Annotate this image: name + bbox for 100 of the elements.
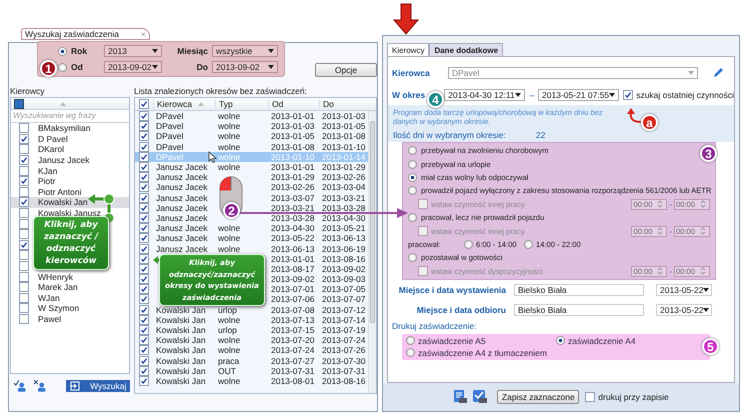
radio-button[interactable] xyxy=(464,240,473,249)
list-item[interactable]: Marek Jan xyxy=(11,282,129,292)
check-print-icon[interactable] xyxy=(473,390,488,404)
checkbox[interactable] xyxy=(139,202,149,213)
checkbox[interactable] xyxy=(139,142,149,152)
list-item[interactable]: Piotr xyxy=(11,176,129,187)
checkbox[interactable] xyxy=(139,294,149,304)
radio-option[interactable]: Od xyxy=(58,62,100,72)
checkbox[interactable] xyxy=(139,99,149,109)
list-item[interactable]: Piotr Antoni xyxy=(11,186,129,198)
checkbox[interactable] xyxy=(139,162,149,172)
select-all-checkbox[interactable] xyxy=(14,98,24,108)
close-button[interactable]: × xyxy=(140,30,146,38)
save-button[interactable]: Zapisz zaznaczone xyxy=(497,390,580,404)
checkbox[interactable] xyxy=(19,218,29,229)
options-button[interactable]: Opcje xyxy=(315,63,377,77)
list-item[interactable]: Pawel xyxy=(11,314,129,324)
date-dropdown[interactable]: 2013-05-21 07:55 xyxy=(538,88,620,100)
checkbox[interactable] xyxy=(19,229,29,240)
print-document-icon[interactable] xyxy=(453,390,468,404)
list-item[interactable]: BMaksymilian xyxy=(11,123,129,134)
dropdown[interactable]: 2013-09-02 xyxy=(212,61,278,73)
checkbox[interactable] xyxy=(19,144,29,154)
radio-option[interactable]: Rok xyxy=(58,46,100,56)
list-item[interactable]: WJan xyxy=(11,292,129,304)
checkbox[interactable] xyxy=(19,208,29,218)
dropdown[interactable]: wszystkie xyxy=(212,45,278,57)
checkbox[interactable] xyxy=(418,199,428,210)
checkbox[interactable] xyxy=(139,366,149,376)
checkbox[interactable] xyxy=(139,152,149,162)
checkbox[interactable] xyxy=(19,166,29,176)
radio-button[interactable] xyxy=(408,213,417,222)
checkbox[interactable] xyxy=(19,250,29,260)
checkbox[interactable] xyxy=(418,226,428,236)
checkbox[interactable] xyxy=(139,356,149,366)
checkbox[interactable] xyxy=(139,244,149,254)
list-item[interactable]: WHenryk xyxy=(11,271,129,282)
list-item[interactable]: D Pavel xyxy=(11,134,129,144)
tab[interactable]: Kierowcy xyxy=(387,43,430,56)
radio-button[interactable] xyxy=(408,172,417,182)
checkbox[interactable] xyxy=(19,176,29,186)
checkbox[interactable] xyxy=(139,212,149,223)
checkbox[interactable] xyxy=(623,90,634,100)
list-item[interactable]: W Szymon xyxy=(11,303,129,314)
checkbox[interactable] xyxy=(139,264,149,274)
checkbox[interactable] xyxy=(139,376,149,386)
checkbox[interactable] xyxy=(139,121,149,132)
checkbox[interactable] xyxy=(19,314,29,324)
checkbox[interactable] xyxy=(139,223,149,234)
radio-button[interactable] xyxy=(58,46,67,56)
checkbox[interactable] xyxy=(139,274,149,284)
checkbox[interactable] xyxy=(139,131,149,142)
list-item[interactable]: DKarol xyxy=(11,144,129,155)
column-header[interactable]: Kierowca xyxy=(153,99,215,109)
checkbox[interactable] xyxy=(139,345,149,356)
checkbox[interactable] xyxy=(19,303,29,314)
checkbox[interactable] xyxy=(139,192,149,203)
radio-option[interactable]: zaświadczenie A4 z tłumaczeniem xyxy=(406,348,556,358)
checkbox[interactable] xyxy=(139,335,149,346)
tab[interactable]: Dane dodatkowe xyxy=(429,43,504,56)
checkbox[interactable] xyxy=(139,111,149,122)
radio-button[interactable] xyxy=(408,253,417,262)
date-dropdown[interactable]: 2013-05-22 xyxy=(656,304,712,316)
checkbox[interactable] xyxy=(139,284,149,294)
radio-button[interactable] xyxy=(408,146,417,156)
checkbox[interactable] xyxy=(585,392,596,402)
checkbox-option[interactable]: szukaj ostatniej czynności xyxy=(623,90,734,100)
radio-option[interactable]: zaświadczenie A5 xyxy=(406,336,556,346)
radio-button[interactable] xyxy=(408,160,417,169)
radio-button[interactable] xyxy=(58,62,67,72)
checkbox[interactable] xyxy=(19,261,29,272)
radio-button[interactable] xyxy=(406,336,415,346)
column-header[interactable]: Typ xyxy=(215,99,268,109)
search-field[interactable]: Wyszukiwanie wg frazy xyxy=(11,110,129,123)
pencil-icon[interactable] xyxy=(712,66,724,78)
checkbox[interactable] xyxy=(139,172,149,182)
date-dropdown[interactable]: 2013-05-22 xyxy=(656,284,712,296)
driver-dropdown[interactable]: DPavel xyxy=(448,66,698,78)
radio-button[interactable] xyxy=(556,336,565,346)
checkbox[interactable] xyxy=(19,197,29,208)
dropdown[interactable]: 2013 xyxy=(104,45,162,57)
column-header[interactable]: Od xyxy=(268,99,319,109)
radio-button[interactable] xyxy=(524,240,533,249)
checkbox[interactable] xyxy=(19,123,29,134)
checkbox[interactable] xyxy=(418,266,428,276)
place-field[interactable]: Bielsko Biała xyxy=(514,304,644,316)
list-item[interactable]: Kowalski Janusz xyxy=(11,208,129,218)
list-item[interactable]: KJan xyxy=(11,165,129,176)
checkbox[interactable] xyxy=(19,134,29,144)
date-dropdown[interactable]: 2013-04-30 12:11 xyxy=(444,88,526,100)
checkbox[interactable] xyxy=(19,282,29,292)
place-field[interactable]: Bielsko Biała xyxy=(514,284,644,296)
checkbox[interactable] xyxy=(19,272,29,282)
radio-button[interactable] xyxy=(408,186,417,196)
checkbox-option[interactable]: drukuj przy zapisie xyxy=(585,392,669,402)
checkbox[interactable] xyxy=(139,254,149,264)
checkbox[interactable] xyxy=(139,314,149,325)
checkbox[interactable] xyxy=(139,233,149,244)
radio-button[interactable] xyxy=(406,348,415,358)
search-button[interactable]: Wyszukaj xyxy=(66,380,130,392)
